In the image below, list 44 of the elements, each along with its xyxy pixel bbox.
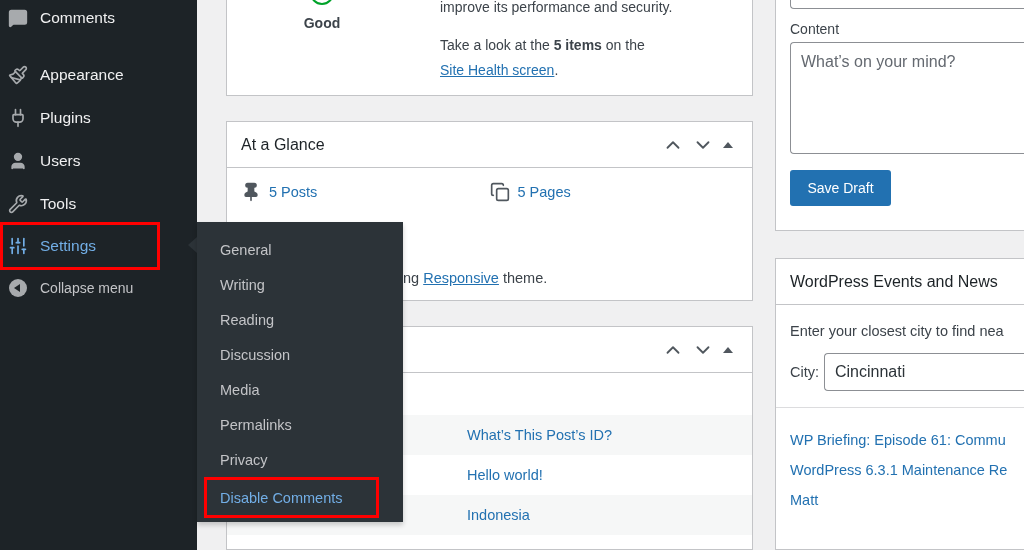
settings-icon <box>8 236 28 256</box>
menu-item[interactable]: Tools <box>0 186 197 222</box>
panel-title: WordPress Events and News <box>790 272 999 291</box>
submenu-item[interactable]: Writing <box>197 267 403 302</box>
count-link[interactable]: 5 Posts <box>269 184 318 200</box>
menu-item[interactable]: Settings <box>0 222 160 270</box>
pin-icon <box>241 182 261 202</box>
pages-icon <box>489 182 510 202</box>
submenu-item[interactable]: Reading <box>197 302 403 337</box>
collapse-icon <box>8 278 28 298</box>
menu-item[interactable]: Comments <box>0 0 197 36</box>
health-details: Take a look at the 5 items on the Site Health screen. <box>440 36 646 80</box>
post-link[interactable]: Hello world! <box>467 467 543 483</box>
count-link[interactable]: 5 Pages <box>517 184 571 200</box>
theme-link[interactable]: Responsive <box>423 270 499 286</box>
menu-item[interactable]: Plugins <box>0 100 197 136</box>
content-field[interactable]: What’s on your mind? <box>790 42 1024 154</box>
wrench-icon <box>8 194 28 214</box>
theme-text: ng Responsive theme. <box>403 270 549 286</box>
menu-item[interactable]: Users <box>0 143 197 179</box>
submenu-item[interactable]: Privacy <box>197 442 403 477</box>
person-icon <box>8 151 28 171</box>
submenu-item[interactable]: Permalinks <box>197 407 403 442</box>
post-link[interactable]: Indonesia <box>467 507 530 523</box>
submenu-item[interactable]: Media <box>197 372 403 407</box>
panel-title: At a Glance <box>241 135 326 154</box>
news-link[interactable]: WordPress 6.3.1 Maintenance Re <box>790 462 1024 478</box>
menu-item[interactable]: Appearance <box>0 57 197 93</box>
city-field[interactable]: Cincinnati <box>824 353 1024 391</box>
collapse-menu-button[interactable]: Collapse menu <box>0 270 197 306</box>
save-draft-button[interactable]: Save Draft <box>790 170 891 206</box>
paintbrush-icon <box>8 65 28 85</box>
post-link[interactable]: What’s This Post’s ID? <box>467 427 613 443</box>
news-link[interactable]: WP Briefing: Episode 61: Commu <box>790 432 1024 448</box>
submenu-item[interactable]: General <box>197 232 403 267</box>
submenu-item[interactable]: Discussion <box>197 337 403 372</box>
health-text: improve its performance and security. <box>440 0 674 17</box>
news-link[interactable]: Matt <box>790 492 1024 508</box>
submenu-item[interactable]: Disable Comments <box>204 477 379 518</box>
content-label: Content <box>790 21 841 37</box>
speech-bubble-icon <box>8 8 28 28</box>
city-label: City: <box>790 364 819 380</box>
events-intro: Enter your closest city to find nea <box>789 322 1005 339</box>
status-label: Good <box>303 15 341 31</box>
